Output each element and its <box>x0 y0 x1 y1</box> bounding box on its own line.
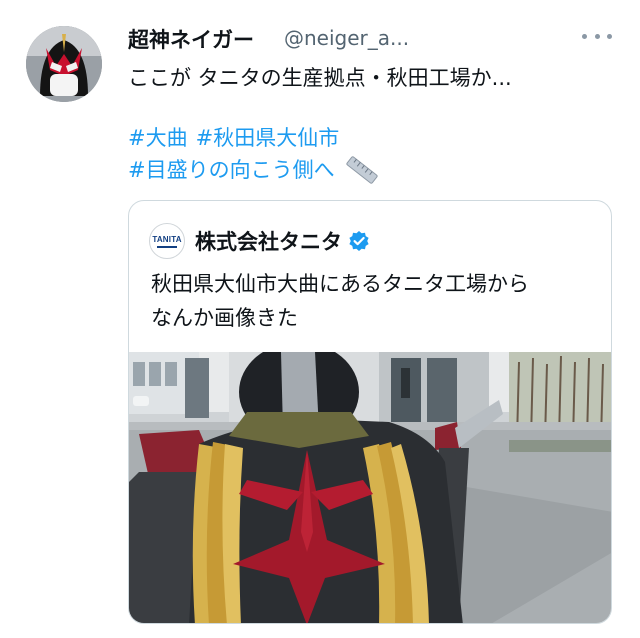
verified-icon <box>349 231 369 251</box>
quoted-text-line: 秋田県大仙市大曲にあるタニタ工場から <box>151 272 529 296</box>
hashtag-row: #大曲 #秋田県大仙市 <box>128 122 379 154</box>
avatar-image <box>26 26 102 102</box>
quoted-tweet-card[interactable]: TANITA 株式会社タニタ 秋田県大仙市大曲にあるタニタ工場から なんか画像き… <box>128 200 612 624</box>
hashtag-link[interactable]: #秋田県大仙市 <box>196 122 340 154</box>
author-display-name[interactable]: 超神ネイガー <box>128 24 254 54</box>
ruler-icon <box>346 156 378 184</box>
author-handle[interactable]: @neiger_a... <box>284 26 409 50</box>
photo-hero-back-view <box>129 352 611 623</box>
quoted-tweet-header: TANITA 株式会社タニタ <box>149 223 370 259</box>
tanita-logo-avatar[interactable]: TANITA <box>149 223 185 259</box>
more-dot <box>594 33 600 39</box>
hashtag-link[interactable]: #大曲 <box>128 122 188 154</box>
tweet-text: ここが タニタの生産拠点・秋田工場か... <box>128 66 512 90</box>
quoted-author-name[interactable]: 株式会社タニタ <box>195 226 342 256</box>
quoted-tweet-photo[interactable] <box>129 352 611 623</box>
more-dot <box>582 33 587 39</box>
quoted-tweet-text: 秋田県大仙市大曲にあるタニタ工場から なんか画像きた <box>151 267 591 335</box>
more-options-icon[interactable] <box>582 26 612 46</box>
more-dot <box>607 33 612 39</box>
author-avatar[interactable] <box>26 26 102 102</box>
quoted-text-line: なんか画像きた <box>151 306 298 330</box>
hashtag-row: #目盛りの向こう側へ <box>128 154 379 186</box>
tanita-logo-text: TANITA <box>152 234 182 244</box>
hashtag-block: #大曲 #秋田県大仙市 #目盛りの向こう側へ <box>128 122 379 186</box>
logo-underline <box>157 245 177 248</box>
hashtag-link[interactable]: #目盛りの向こう側へ <box>128 154 335 186</box>
